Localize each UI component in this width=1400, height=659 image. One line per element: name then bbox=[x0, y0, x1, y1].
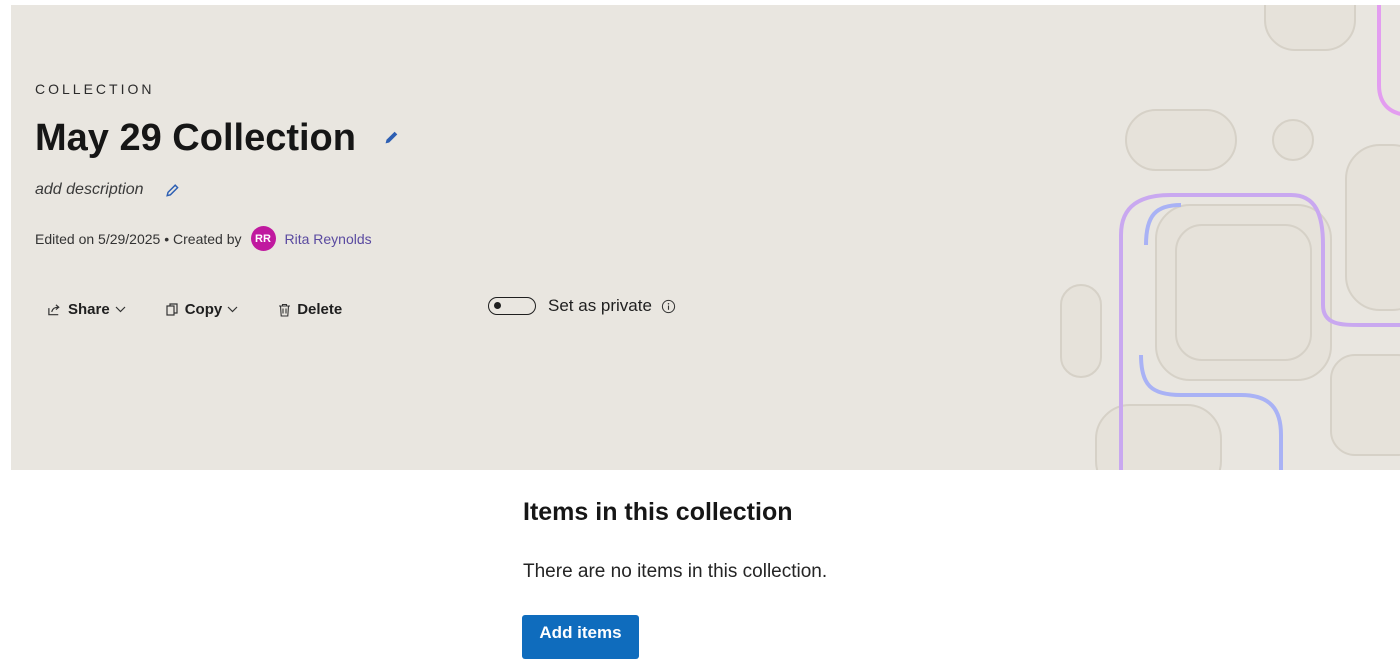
delete-label: Delete bbox=[297, 301, 343, 318]
collection-meta: Edited on 5/29/2025 • Created by RR Rita… bbox=[35, 226, 372, 251]
chevron-down-icon bbox=[227, 306, 238, 313]
private-toggle-label: Set as private bbox=[548, 296, 652, 315]
items-section-title: Items in this collection bbox=[523, 498, 793, 526]
copy-label: Copy bbox=[184, 301, 223, 318]
copy-icon bbox=[166, 302, 178, 316]
private-toggle-row: Set as private bbox=[488, 296, 676, 316]
share-label: Share bbox=[68, 301, 110, 318]
edited-created-text: Edited on 5/29/2025 • Created by bbox=[35, 230, 242, 247]
title-row: May 29 Collection bbox=[35, 115, 400, 161]
toggle-knob bbox=[494, 302, 501, 309]
description-placeholder[interactable]: add description bbox=[35, 181, 144, 199]
decorative-shapes-illustration bbox=[1060, 5, 1400, 470]
edit-description-pencil-icon[interactable] bbox=[164, 182, 180, 198]
collection-eyebrow: COLLECTION bbox=[35, 81, 155, 97]
trash-icon bbox=[279, 303, 291, 317]
collection-hero: COLLECTION May 29 Collection add descrip… bbox=[11, 5, 1400, 470]
delete-button[interactable]: Delete bbox=[278, 301, 342, 318]
action-bar: Share Copy Delete bbox=[47, 301, 376, 318]
add-items-button[interactable]: Add items bbox=[522, 615, 639, 659]
copy-button[interactable]: Copy bbox=[166, 301, 245, 318]
collection-title: May 29 Collection bbox=[35, 117, 356, 159]
description-row: add description bbox=[35, 181, 180, 199]
avatar: RR bbox=[250, 226, 276, 251]
chevron-down-icon bbox=[115, 306, 126, 313]
share-button[interactable]: Share bbox=[47, 301, 132, 318]
items-empty-message: There are no items in this collection. bbox=[523, 561, 828, 582]
info-icon[interactable] bbox=[661, 299, 676, 314]
edit-title-pencil-icon[interactable] bbox=[382, 129, 400, 147]
share-icon bbox=[48, 303, 60, 315]
author-link[interactable]: Rita Reynolds bbox=[285, 231, 372, 247]
private-toggle[interactable] bbox=[488, 297, 536, 315]
